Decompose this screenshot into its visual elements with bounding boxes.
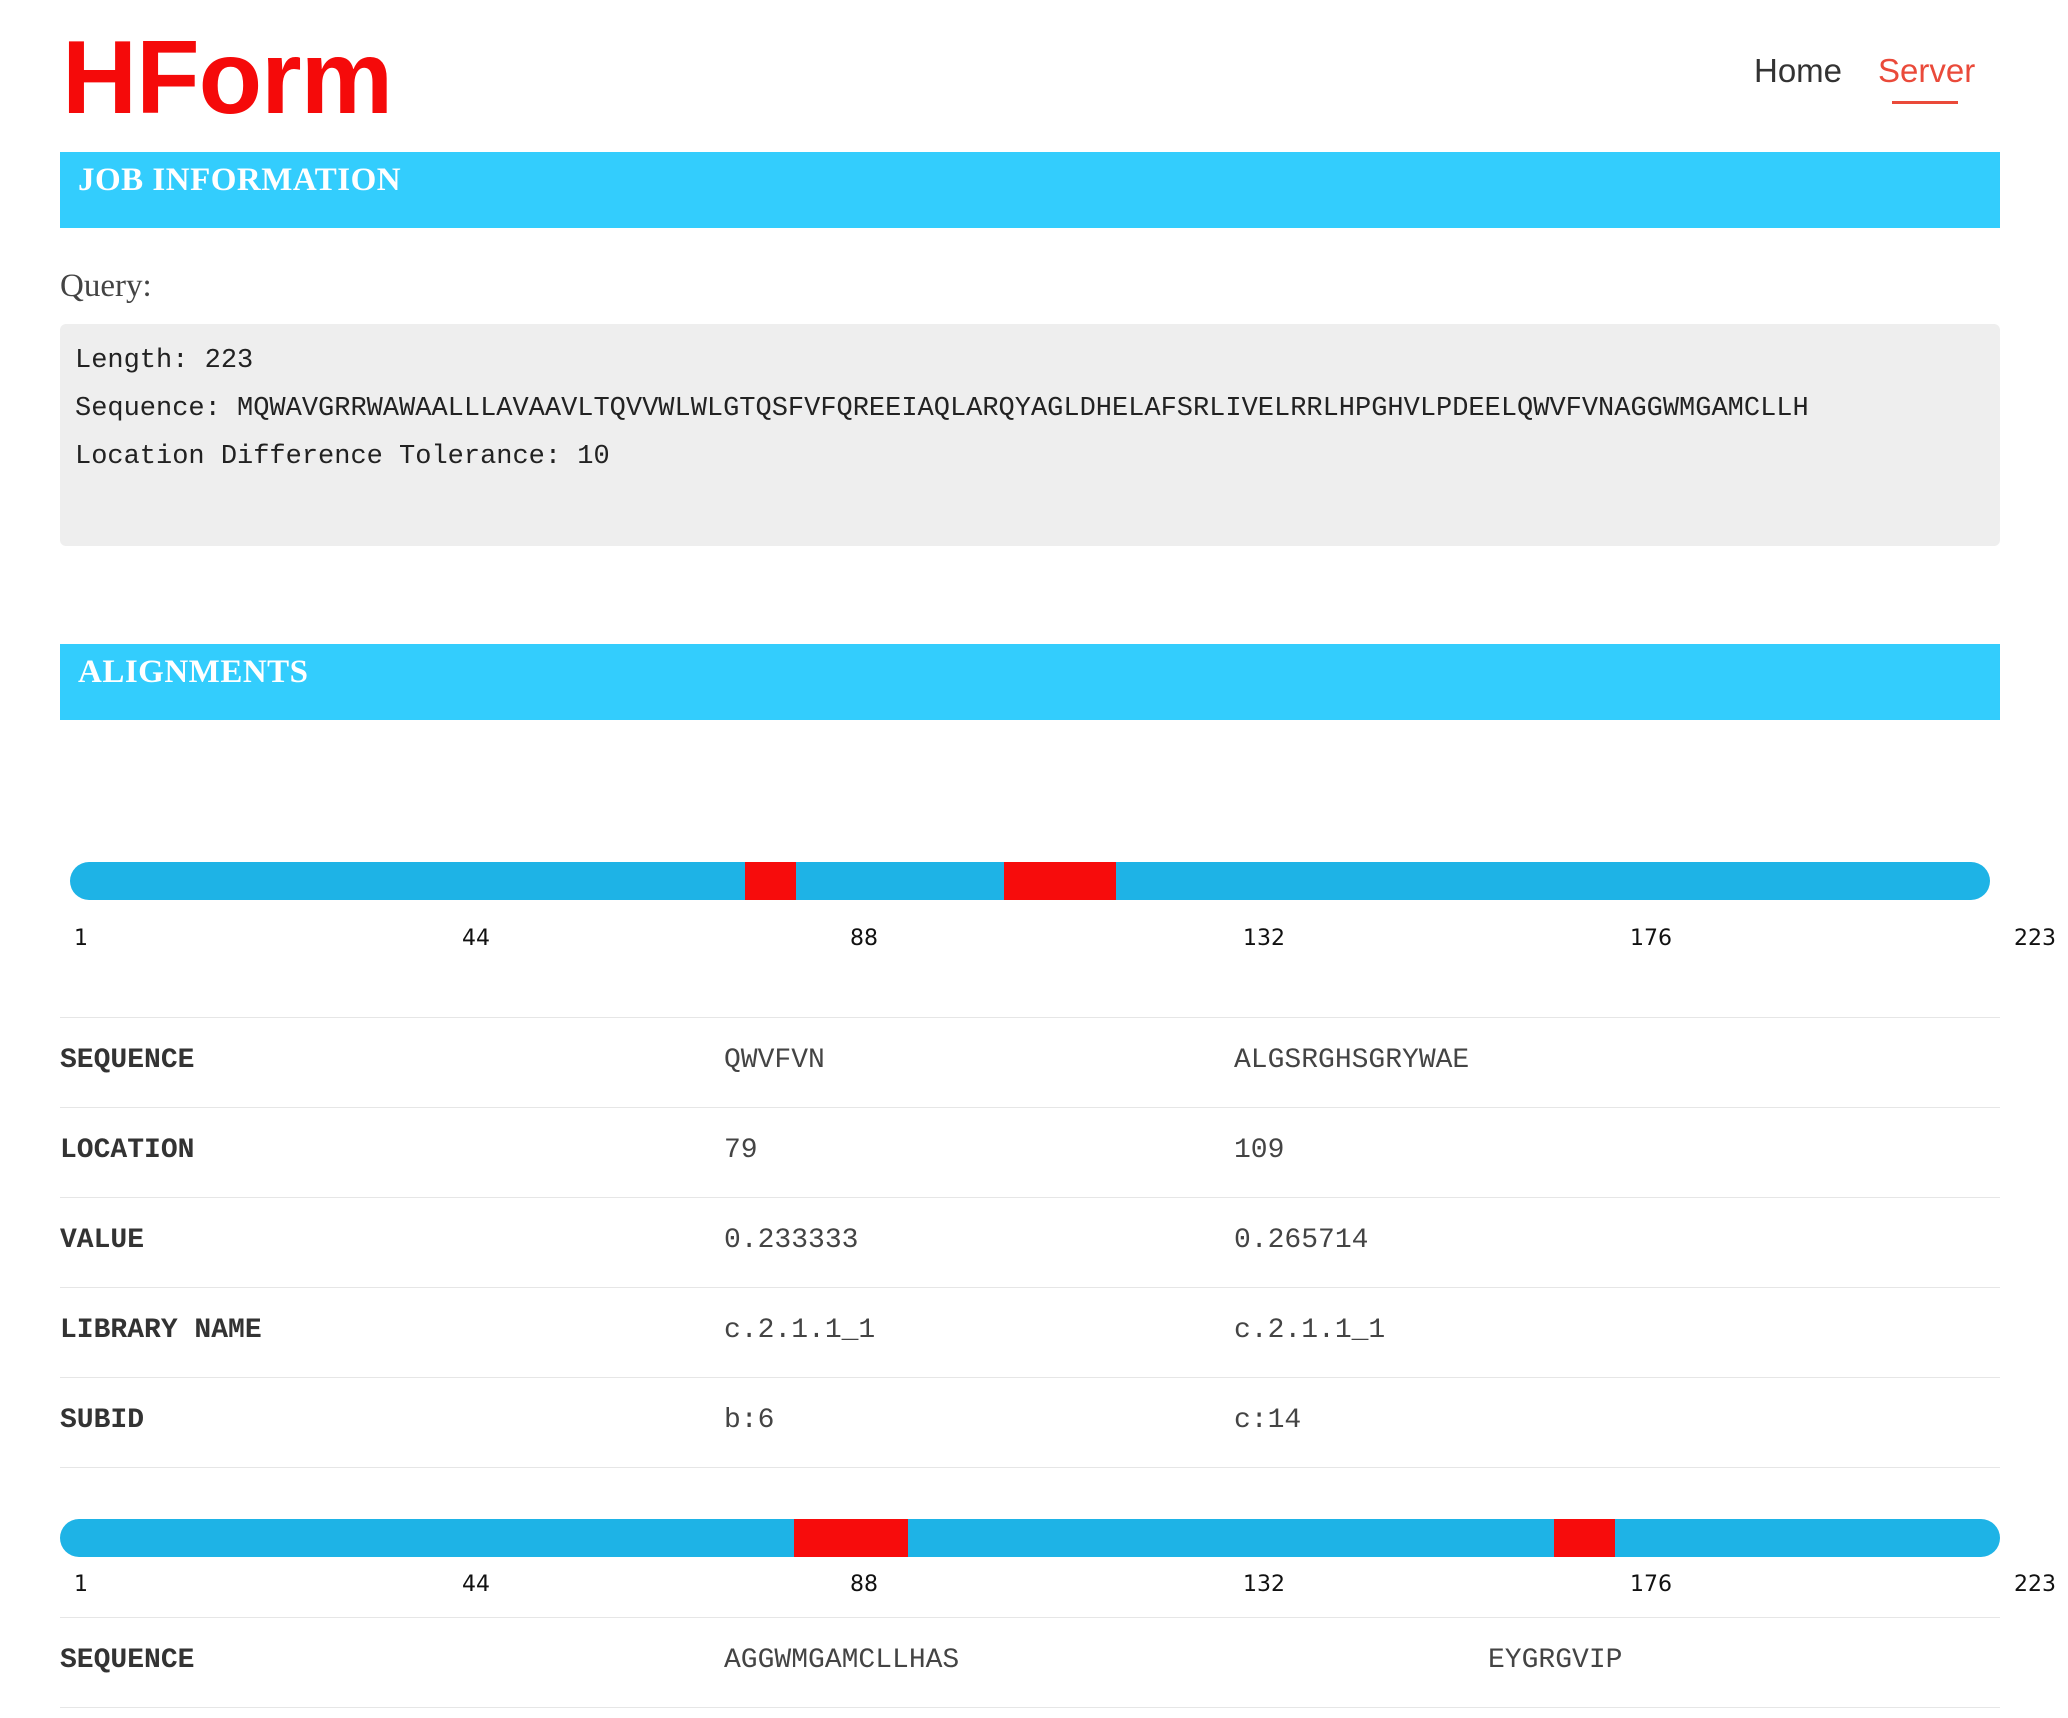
- hit-sequence: AGGWMGAMCLLHAS: [724, 1645, 960, 1676]
- axis-tick-label: 132: [1243, 926, 1285, 951]
- hit-library-name: c.2.1.1_1: [1234, 1315, 1386, 1346]
- axis-tick-label: 223: [2014, 1572, 2056, 1597]
- axis-tick-label: 88: [850, 926, 878, 951]
- hit-location: 109: [1234, 1135, 1285, 1166]
- axis-tick-label: 88: [850, 1572, 878, 1597]
- hit-sequence: EYGRGVIP: [1488, 1645, 1623, 1676]
- job-information-header: JOB INFORMATION: [60, 152, 2000, 228]
- query-label: Query:: [60, 268, 152, 304]
- row-label-location: LOCATION: [60, 1135, 195, 1166]
- query-sequence: Sequence: MQWAVGRRWAWAALLLAVAAVLTQVVWLWL…: [75, 394, 1809, 424]
- job-information-title: JOB INFORMATION: [78, 162, 402, 198]
- alignment-highlight-segment: [794, 1519, 908, 1557]
- alignment-highlight-segment: [1554, 1519, 1616, 1557]
- hit-subid: c:14: [1234, 1405, 1302, 1436]
- divider: [60, 1467, 2000, 1468]
- divider: [60, 1377, 2000, 1378]
- axis-tick-label: 44: [462, 1572, 490, 1597]
- axis-tick-label: 176: [1630, 926, 1672, 951]
- divider: [60, 1707, 2000, 1708]
- alignments-header: ALIGNMENTS: [60, 644, 2000, 720]
- axis-tick-label: 1: [74, 1572, 88, 1597]
- divider: [60, 1197, 2000, 1198]
- logo[interactable]: HForm: [62, 26, 393, 130]
- axis-tick-label: 1: [74, 926, 88, 951]
- axis-tick-label: 176: [1630, 1572, 1672, 1597]
- hit-sequence: ALGSRGHSGRYWAE: [1234, 1045, 1470, 1076]
- alignment-highlight-segment: [1004, 862, 1117, 900]
- hit-value: 0.265714: [1234, 1225, 1369, 1256]
- divider: [60, 1287, 2000, 1288]
- alignment-track-bar: [70, 862, 1990, 900]
- hit-library-name: c.2.1.1_1: [724, 1315, 876, 1346]
- alignment-track-bar: [60, 1519, 2000, 1557]
- hit-value: 0.233333: [724, 1225, 859, 1256]
- divider: [60, 1617, 2000, 1618]
- query-length: Length: 223: [75, 346, 254, 376]
- alignments-title: ALIGNMENTS: [78, 654, 309, 690]
- nav-server-link[interactable]: Server: [1878, 52, 1975, 90]
- row-label-sequence: SEQUENCE: [60, 1645, 195, 1676]
- hit-sequence: QWVFVN: [724, 1045, 825, 1076]
- alignment-highlight-segment: [744, 862, 797, 900]
- nav-home-link[interactable]: Home: [1754, 52, 1842, 90]
- axis-tick-label: 223: [2014, 926, 2056, 951]
- nav-active-indicator: [1892, 101, 1958, 104]
- query-tolerance: Location Difference Tolerance: 10: [75, 442, 610, 472]
- hit-location: 79: [724, 1135, 758, 1166]
- axis-tick-label: 44: [462, 926, 490, 951]
- hit-subid: b:6: [724, 1405, 775, 1436]
- row-label-library-name: LIBRARY NAME: [60, 1315, 262, 1346]
- divider: [60, 1107, 2000, 1108]
- row-label-sequence: SEQUENCE: [60, 1045, 195, 1076]
- row-label-subid: SUBID: [60, 1405, 145, 1436]
- divider: [60, 1017, 2000, 1018]
- axis-tick-label: 132: [1243, 1572, 1285, 1597]
- row-label-value: VALUE: [60, 1225, 145, 1256]
- query-box: Length: 223 Sequence: MQWAVGRRWAWAALLLAV…: [60, 324, 2000, 546]
